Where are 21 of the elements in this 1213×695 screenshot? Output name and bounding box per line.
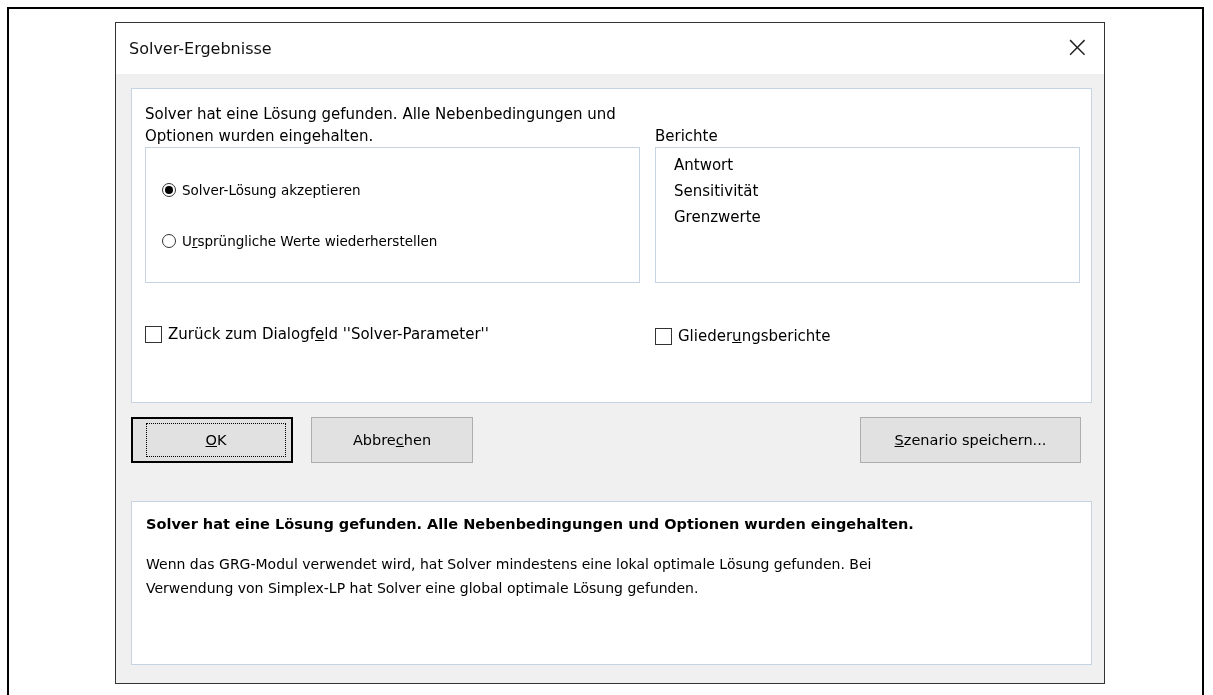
list-item[interactable]: Antwort [672, 152, 736, 178]
info-heading: Solver hat eine Lösung gefunden. Alle Nebenbedingungen und Optionen wurden eingehalten. [146, 516, 915, 532]
checkbox[interactable] [145, 325, 162, 343]
status-message: Solver hat eine Lösung gefunden. Alle Nebenbedingungen und Optionen wurden eingehalten. [145, 104, 617, 147]
checkbox-label[interactable]: Zurück zum Dialogfeld ''Solver-Parameter'' [168, 325, 489, 343]
window-title: Solver-Ergebnisse [129, 39, 272, 58]
checkbox[interactable] [655, 327, 672, 345]
reports-list[interactable]: Antwort Sensitivität Grenzwerte [655, 147, 1080, 283]
info-text: Wenn das GRG-Modul verwendet wird, hat Solver mindestens eine lokal optimale Lösung gefunden. Bei Verwendung von Simplex-LP hat Solver eine global optimale Lösung gefunden. [146, 555, 873, 598]
list-item[interactable]: Grenzwerte [672, 204, 763, 230]
radio-label[interactable]: Solver-Lösung akzeptieren [182, 181, 361, 198]
dialog-button[interactable]: OK [131, 417, 293, 463]
radio-button[interactable] [162, 182, 176, 197]
dialog-button[interactable]: Szenario speichern... [860, 417, 1081, 463]
radio-label[interactable]: Ursprüngliche Werte wiederherstellen [182, 232, 438, 249]
checkbox-label[interactable]: Gliederungsberichte [678, 327, 831, 345]
dialog-button[interactable]: Abbrechen [311, 417, 473, 463]
list-item[interactable]: Sensitivität [672, 178, 761, 204]
close-button[interactable]: × [1050, 31, 1104, 66]
radio-button[interactable] [162, 233, 176, 248]
reports-label: Berichte [655, 126, 718, 147]
